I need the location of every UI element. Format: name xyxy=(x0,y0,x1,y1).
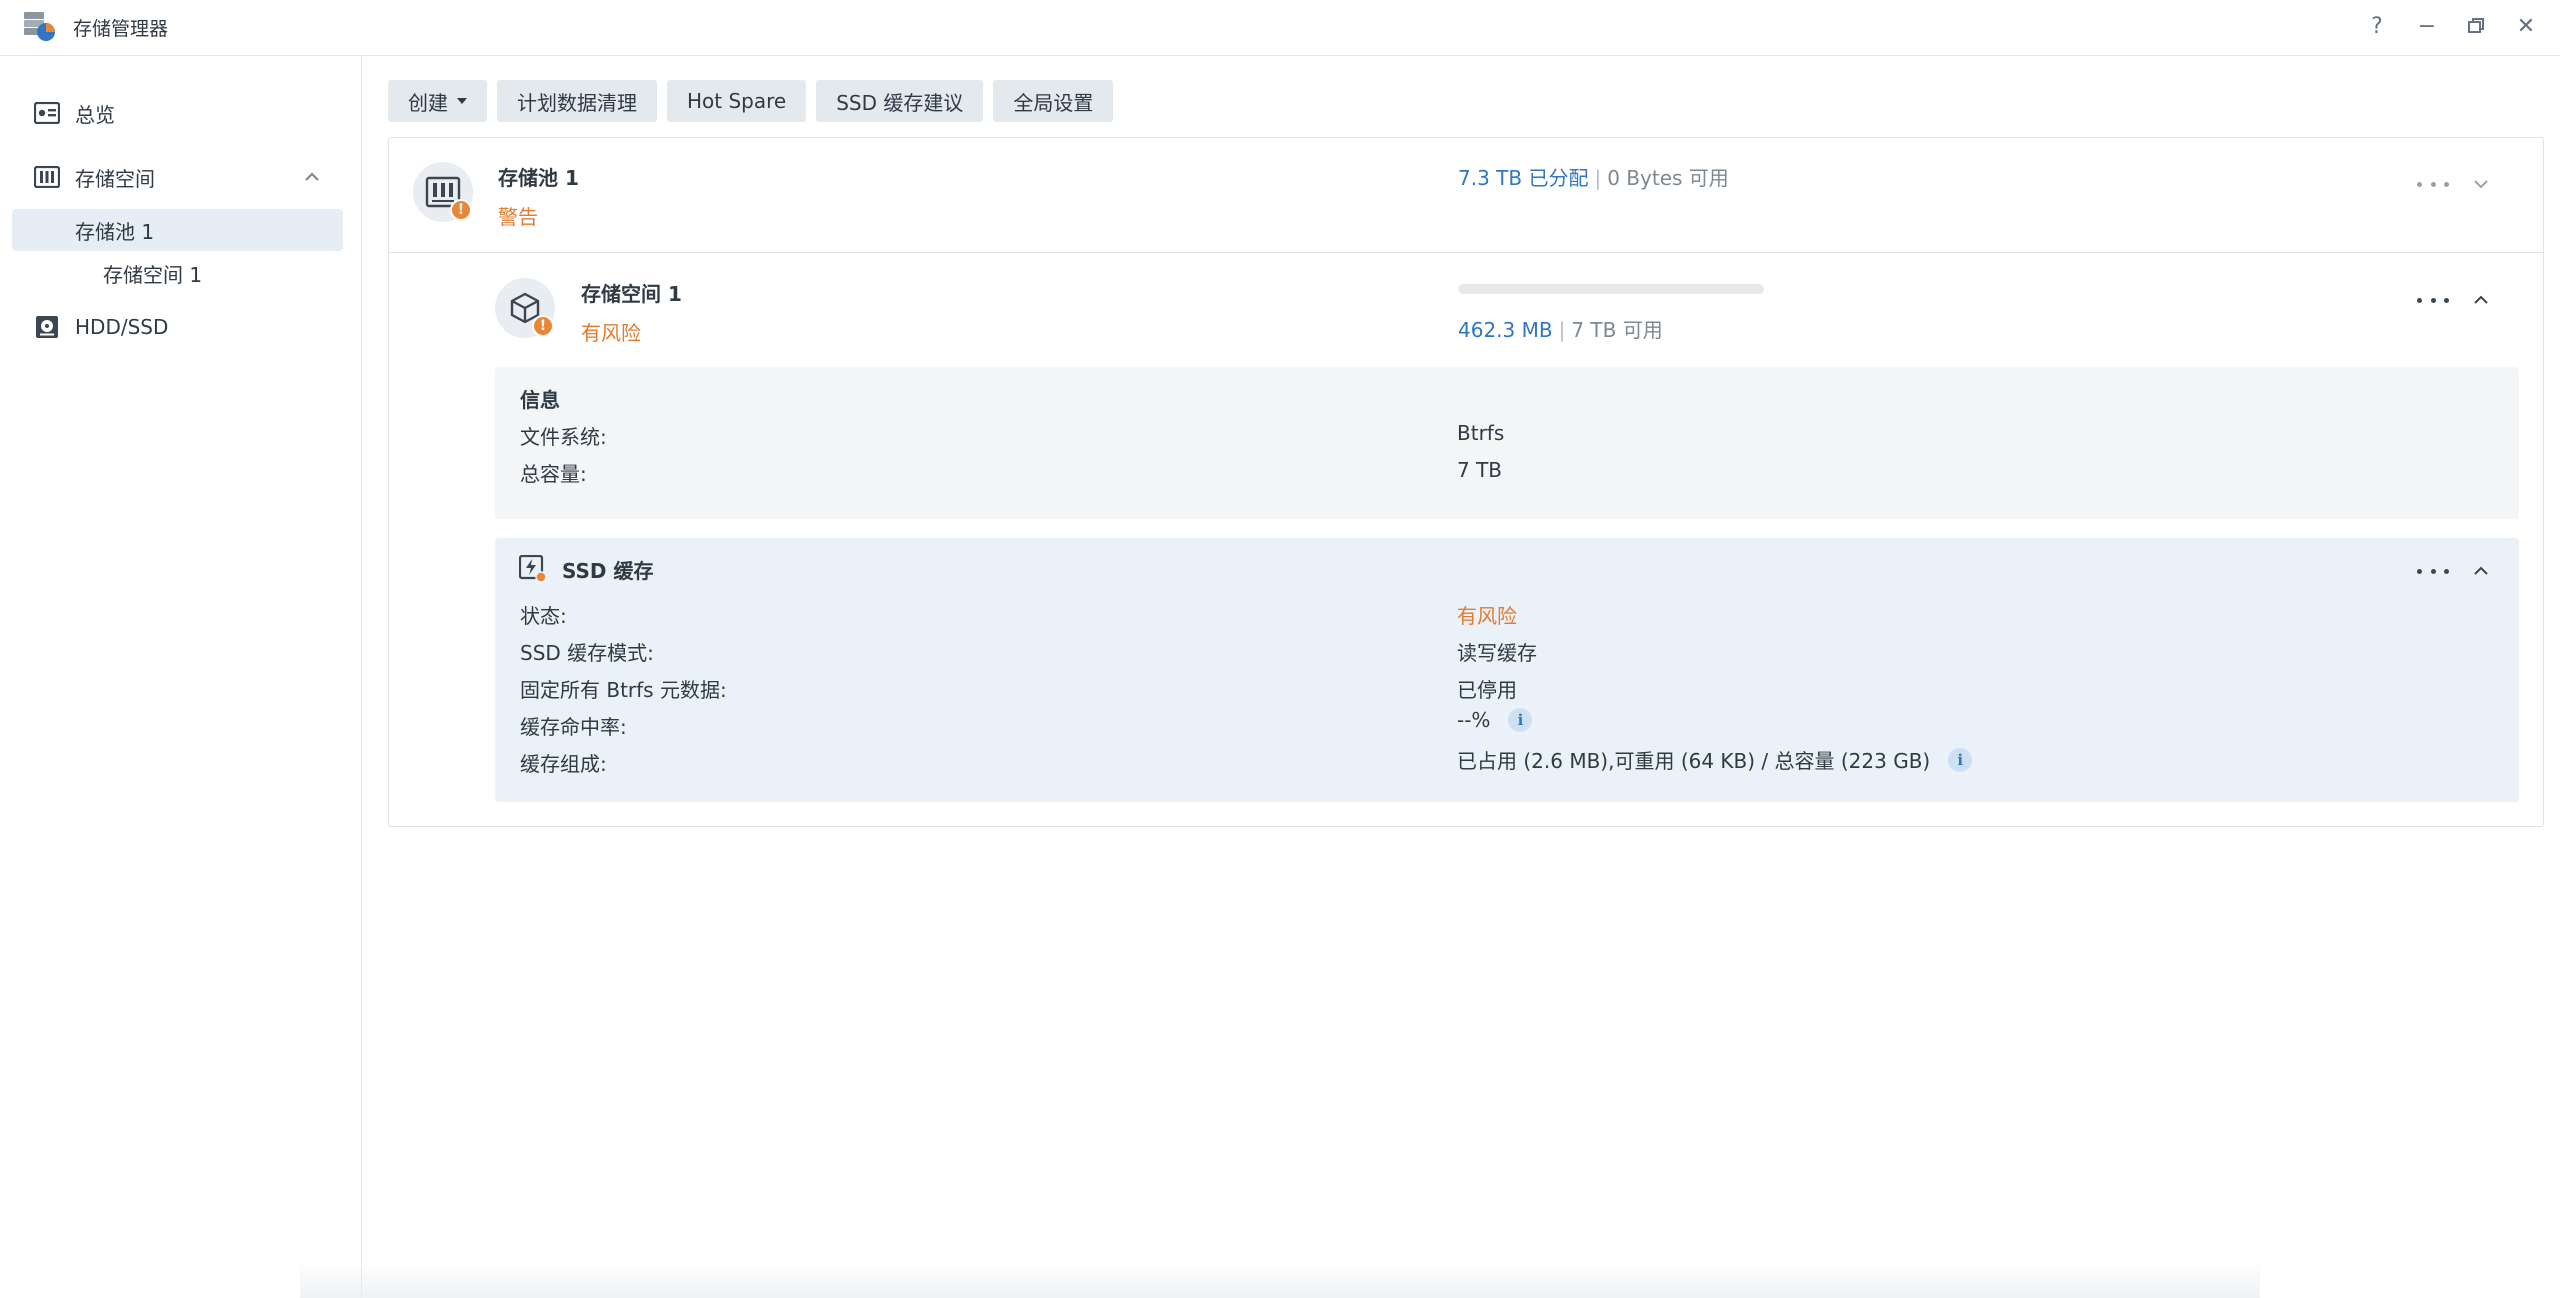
volume-more-icon[interactable] xyxy=(2417,288,2449,312)
chevron-down-icon[interactable] xyxy=(2469,172,2493,196)
ssd-cache-more-icon[interactable] xyxy=(2417,559,2449,583)
ssd-cache-section: SSD 缓存 状态: 有风险 SSD 缓存模式: 读写缓存 固定所有 Btrfs… xyxy=(495,538,2519,802)
volume-info-section: 信息 文件系统: Btrfs 总容量: 7 TB xyxy=(495,367,2519,519)
minimize-icon[interactable]: − xyxy=(2413,12,2441,40)
pool-allocated: 7.3 TB 已分配 xyxy=(1458,166,1589,190)
overview-icon xyxy=(34,102,60,124)
global-settings-button[interactable]: 全局设置 xyxy=(993,80,1114,122)
ssd-row-value: 已停用 xyxy=(1457,678,1517,702)
storage-manager-window: 存储管理器 ? − ✕ 总览 存储空间 存储池 1 存储空间 1 HDD/SSD… xyxy=(0,0,2560,1298)
storage-pool-panel: ! 存储池 1 警告 7.3 TB 已分配 | 0 Bytes 可用 ! 存储空间 … xyxy=(388,137,2544,827)
ssd-row-label: 缓存组成: xyxy=(520,752,607,776)
sidebar-item-label: 总览 xyxy=(75,102,115,127)
chevron-up-icon[interactable] xyxy=(2469,559,2493,583)
title-bar: 存储管理器 ? − ✕ xyxy=(0,0,2560,56)
ssd-cache-icon xyxy=(519,555,547,583)
sidebar-item-volume-1[interactable]: 存储空间 1 xyxy=(12,252,343,294)
volume-name: 存储空间 1 xyxy=(581,282,682,306)
pool-available: 0 Bytes 可用 xyxy=(1607,166,1729,190)
info-row-value: Btrfs xyxy=(1457,421,1505,445)
pool-usage-separator: | xyxy=(1594,166,1602,190)
chevron-up-icon[interactable] xyxy=(2469,288,2493,312)
ssd-row-label: 缓存命中率: xyxy=(520,715,627,739)
info-icon[interactable]: i xyxy=(1508,708,1533,732)
sidebar-item-label: 存储空间 xyxy=(75,166,155,191)
caret-down-icon xyxy=(457,98,467,104)
pool-more-icon[interactable] xyxy=(2417,172,2449,196)
create-button-label: 创建 xyxy=(408,90,448,115)
sidebar-item-storage[interactable]: 存储空间 xyxy=(12,156,343,198)
ssd-cache-title: SSD 缓存 xyxy=(562,559,654,583)
info-section-title: 信息 xyxy=(520,388,560,412)
ssd-row-label: SSD 缓存模式: xyxy=(520,641,654,665)
ssd-cache-advisor-button[interactable]: SSD 缓存建议 xyxy=(816,80,984,122)
volume-usage-separator: | xyxy=(1558,318,1566,342)
storage-pool-name: 存储池 1 xyxy=(498,166,579,190)
info-row-label: 文件系统: xyxy=(520,425,607,449)
volume-usage-bar xyxy=(1458,284,1764,294)
chevron-up-icon[interactable] xyxy=(301,166,323,188)
sidebar-item-label: 存储池 1 xyxy=(75,219,155,244)
ssd-hit-rate: --% i xyxy=(1457,708,1533,732)
volume-status: 有风险 xyxy=(581,321,641,345)
volume-available: 7 TB 可用 xyxy=(1571,318,1663,342)
info-row-label: 总容量: xyxy=(520,462,587,486)
ssd-row-value: 读写缓存 xyxy=(1457,641,1537,665)
sidebar-item-label: 存储空间 1 xyxy=(103,262,203,287)
ssd-composition-value: 已占用 (2.6 MB),可重用 (64 KB) / 总容量 (223 GB) xyxy=(1457,749,1931,773)
bottom-shadow xyxy=(300,1262,2260,1298)
disk-icon xyxy=(36,316,58,338)
storage-pool-header[interactable]: ! 存储池 1 警告 7.3 TB 已分配 | 0 Bytes 可用 xyxy=(389,138,2543,253)
info-row-value: 7 TB xyxy=(1457,458,1503,482)
warning-badge-icon: ! xyxy=(532,315,554,337)
help-icon[interactable]: ? xyxy=(2363,12,2391,40)
sidebar-item-overview[interactable]: 总览 xyxy=(12,92,343,134)
window-title: 存储管理器 xyxy=(73,18,169,40)
ssd-status-value: 有风险 xyxy=(1457,604,1517,628)
ssd-hit-rate-value: --% xyxy=(1457,708,1491,732)
ssd-composition: 已占用 (2.6 MB),可重用 (64 KB) / 总容量 (223 GB) … xyxy=(1457,745,1973,774)
sidebar-item-pool-1[interactable]: 存储池 1 xyxy=(12,209,343,251)
restore-icon[interactable] xyxy=(2462,12,2490,40)
create-button[interactable]: 创建 xyxy=(388,80,487,122)
toolbar: 创建 计划数据清理 Hot Spare SSD 缓存建议 全局设置 xyxy=(388,80,1114,122)
storage-pool-usage: 7.3 TB 已分配 | 0 Bytes 可用 xyxy=(1458,162,1729,191)
warning-badge-icon: ! xyxy=(450,199,472,221)
sidebar: 总览 存储空间 存储池 1 存储空间 1 HDD/SSD xyxy=(0,56,362,1298)
ssd-row-label: 状态: xyxy=(520,604,567,628)
close-icon[interactable]: ✕ xyxy=(2512,12,2540,40)
storage-manager-app-icon xyxy=(24,12,55,41)
sidebar-item-label: HDD/SSD xyxy=(75,315,169,339)
storage-pool-status: 警告 xyxy=(498,205,538,229)
volume-usage: 462.3 MB | 7 TB 可用 xyxy=(1458,314,1663,343)
ssd-row-label: 固定所有 Btrfs 元数据: xyxy=(520,678,727,702)
sidebar-item-hdd-ssd[interactable]: HDD/SSD xyxy=(12,306,343,348)
scrub-schedule-button[interactable]: 计划数据清理 xyxy=(497,80,657,122)
info-icon[interactable]: i xyxy=(1948,747,1973,772)
volume-used: 462.3 MB xyxy=(1458,318,1553,342)
storage-icon xyxy=(34,166,60,188)
hot-spare-button[interactable]: Hot Spare xyxy=(667,80,807,122)
